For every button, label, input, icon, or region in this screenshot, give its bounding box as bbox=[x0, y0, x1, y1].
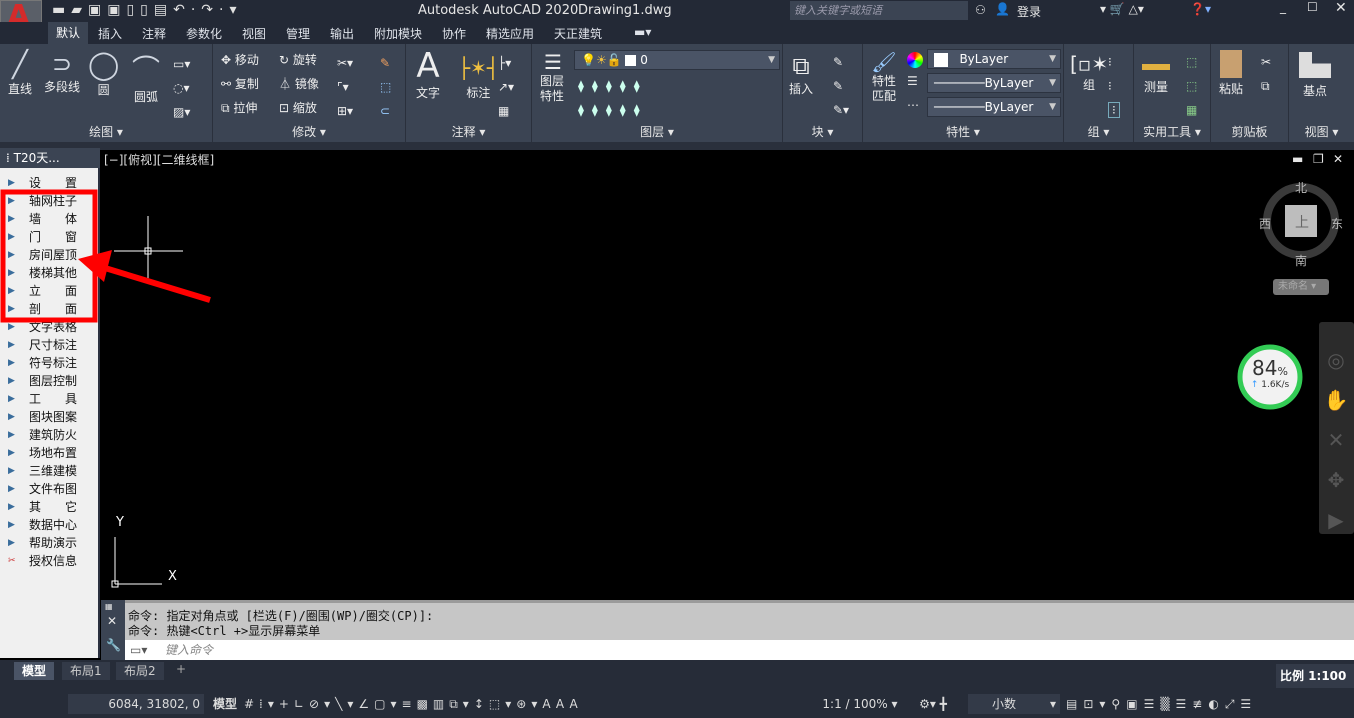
command-history: 命令: 指定对角点或 [栏选(F)/圈围(WP)/圈交(CP)]: 命令: 热键… bbox=[101, 600, 1354, 640]
viewcube-west[interactable]: 西 bbox=[1259, 215, 1271, 232]
scale-indicator[interactable]: 比例 1:100 ▾ bbox=[1276, 664, 1354, 707]
net-speed: 1.6K/s bbox=[1261, 380, 1290, 390]
command-line-handle[interactable]: ▦ ✕ 🔧 bbox=[101, 600, 125, 660]
command-prompt-icon[interactable]: ▭▾ bbox=[130, 640, 147, 660]
viewcube-top[interactable]: 上 bbox=[1295, 212, 1309, 232]
status-bar: 6084, 31802, 0 模型 #⁞▾+∟⊘▾╲▾∠▢▾≡▩▥⧉▾↕⬚▾⊛▾… bbox=[0, 688, 1354, 718]
viewport-restore[interactable]: ❐ bbox=[1313, 152, 1324, 166]
net-percent-unit: % bbox=[1277, 365, 1288, 378]
ucs-icon bbox=[111, 537, 162, 588]
command-input[interactable]: ▭▾ 键入命令 bbox=[125, 640, 1354, 660]
viewport-minimize[interactable]: ▬ bbox=[1292, 152, 1303, 166]
tab-model[interactable]: 模型 bbox=[14, 662, 55, 680]
status-toggles-2[interactable]: ▤⊡▾⚲▣☰▒☰≢◐⤢☰ bbox=[1066, 694, 1354, 714]
viewcube-north[interactable]: 北 bbox=[1295, 179, 1307, 196]
tab-layout2[interactable]: 布局2 bbox=[116, 662, 164, 680]
net-percent: 84 bbox=[1252, 356, 1278, 380]
command-placeholder: 键入命令 bbox=[165, 643, 214, 657]
units-dropdown[interactable]: 小数 ▾ bbox=[968, 694, 1060, 714]
customize-wrench-icon[interactable]: 🔧 bbox=[106, 638, 121, 652]
viewport-close[interactable]: ✕ bbox=[1333, 152, 1343, 166]
workspace-and-isolate[interactable]: ⚙▾ ╋ bbox=[902, 694, 964, 714]
upload-arrow-icon: ↑ bbox=[1250, 380, 1259, 390]
grip-icon: ▦ bbox=[105, 602, 113, 611]
highlight-box bbox=[0, 189, 98, 323]
tab-layout1[interactable]: 布局1 bbox=[62, 662, 110, 680]
status-toggles-1[interactable]: #⁞▾+∟⊘▾╲▾∠▢▾≡▩▥⧉▾↕⬚▾⊛▾AAA bbox=[244, 694, 814, 714]
annotation-scale[interactable]: 1:1 / 100% ▾ bbox=[820, 694, 900, 714]
coordinates-readout[interactable]: 6084, 31802, 0 bbox=[68, 694, 204, 714]
ucs-y-label: Y bbox=[116, 515, 124, 530]
add-layout-button[interactable]: + bbox=[176, 662, 186, 676]
nav-tools[interactable]: ◎ ✋ ✕ ✥ ▶ bbox=[1322, 340, 1350, 540]
model-space-button[interactable]: 模型 bbox=[210, 694, 240, 714]
viewcube-east[interactable]: 东 bbox=[1331, 215, 1343, 232]
close-command-icon[interactable]: ✕ bbox=[107, 614, 117, 628]
ucs-menu[interactable]: 未命名 ▾ bbox=[1273, 279, 1329, 295]
command-history-line: 命令: 热键<Ctrl +>显示屏幕菜单 bbox=[128, 624, 321, 638]
viewcube-south[interactable]: 南 bbox=[1295, 252, 1307, 269]
layout-tabs: 模型 布局1 布局2 + 比例 1:100 ▾ bbox=[0, 660, 1354, 707]
red-arrow-annotation bbox=[78, 250, 211, 303]
net-speed-widget[interactable]: 84% ↑ 1.6K/s bbox=[1240, 356, 1300, 390]
ucs-x-label: X bbox=[168, 569, 177, 584]
